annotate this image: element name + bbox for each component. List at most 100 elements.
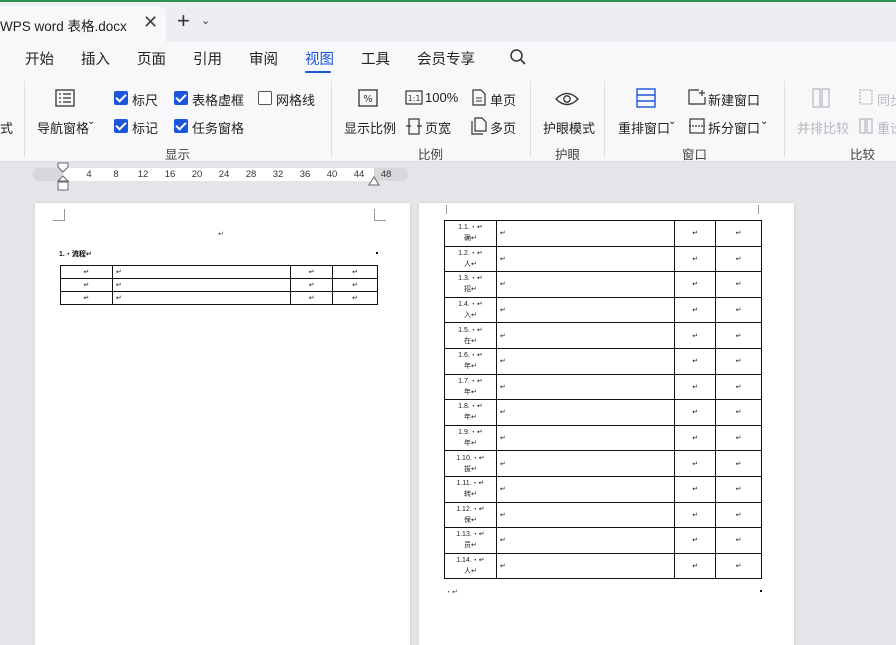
task-pane-label[interactable]: 任务窗格 (192, 118, 244, 137)
table-cell[interactable]: ↵ (715, 347, 762, 375)
marks-label[interactable]: 标记 (132, 118, 158, 137)
table-cell[interactable]: ↵ (715, 552, 762, 580)
table-cell[interactable]: 1.7.・↵ 年↵ (444, 373, 497, 401)
table-cell[interactable]: ↵ (290, 291, 334, 305)
table-cell[interactable]: ↵ (111, 291, 292, 305)
menu-insert[interactable]: 插入 (81, 48, 110, 69)
table-cell[interactable]: ↵ (674, 527, 717, 554)
table-cell[interactable]: ↵ (715, 296, 762, 324)
new-tab-dropdown-icon[interactable]: ⌄ (201, 14, 210, 27)
table-cell[interactable]: ↵ (715, 475, 762, 503)
table-cell[interactable]: ↵ (715, 373, 762, 401)
table-cell[interactable]: ↵ (60, 278, 113, 292)
table-cell[interactable]: ↵ (495, 245, 676, 273)
table-cell[interactable]: ↵ (495, 501, 676, 529)
table-cell[interactable]: ↵ (674, 347, 717, 375)
ruler-label[interactable]: 标尺 (132, 90, 158, 109)
table-cell[interactable]: ↵ (715, 424, 762, 452)
table-cell[interactable]: ↵ (674, 501, 717, 529)
table-cell[interactable]: ↵ (674, 271, 717, 298)
table[interactable]: ↵ ↵ ↵ ↵ ↵ ↵ ↵ ↵ ↵ ↵ ↵ ↵ (60, 265, 378, 305)
table-cell[interactable]: 1.2.・↵ 人↵ (444, 245, 497, 273)
table-cell[interactable]: ↵ (674, 424, 717, 452)
table-cell[interactable]: ↵ (715, 245, 762, 273)
gridlines-label[interactable]: 网格线 (276, 90, 315, 109)
table-cell[interactable]: ↵ (495, 373, 676, 401)
table-cell[interactable]: 1.13.・↵ 员↵ (444, 527, 497, 554)
marks-checkbox[interactable] (114, 119, 128, 133)
table-cell[interactable]: 1.6.・↵ 年↵ (444, 347, 497, 375)
table-cell[interactable]: ↵ (715, 527, 762, 554)
table-cell[interactable]: ↵ (332, 265, 378, 279)
eye-mode-button[interactable]: 护眼模式 (543, 118, 595, 137)
table-cell[interactable]: ↵ (674, 220, 717, 247)
table-cell[interactable]: ↵ (495, 450, 676, 477)
table-cell[interactable]: ↵ (674, 450, 717, 477)
document-tab[interactable]: WPS word 表格.docx ✕ (0, 6, 166, 44)
table-cell[interactable]: ↵ (111, 265, 292, 279)
side-by-side-button[interactable]: 并排比较 (797, 118, 849, 137)
ruler-checkbox[interactable] (114, 91, 128, 105)
table-gridlines-checkbox[interactable] (174, 91, 188, 105)
sync-scroll-button[interactable]: 同步 (877, 90, 896, 109)
menu-member[interactable]: 会员专享 (417, 48, 475, 69)
table-cell[interactable]: ↵ (495, 322, 676, 349)
table-cell[interactable]: ↵ (495, 220, 676, 247)
table-cell[interactable]: ↵ (60, 291, 113, 305)
close-tab-icon[interactable]: ✕ (143, 12, 158, 33)
table-cell[interactable]: ↵ (715, 450, 762, 477)
table-cell[interactable]: ↵ (332, 291, 378, 305)
table-cell[interactable]: 1.8.・↵ 年↵ (444, 399, 497, 426)
table-gridlines-label[interactable]: 表格虚框 (192, 90, 244, 109)
table-cell[interactable]: ↵ (715, 271, 762, 298)
menu-tools[interactable]: 工具 (361, 48, 390, 69)
menu-start[interactable]: 开始 (25, 48, 54, 69)
new-window-button[interactable]: 新建窗口 (708, 90, 760, 109)
table-cell[interactable]: ↵ (715, 501, 762, 529)
table-cell[interactable]: ↵ (495, 347, 676, 375)
table-cell[interactable]: 1.5.・↵ 在↵ (444, 322, 497, 349)
document-page-2[interactable]: 1.1.・↵ 确↵ ↵ ↵ ↵ 1.2.・↵ 人↵ ↵ ↵ ↵ 1.3.・↵ 招↵ ↵ ↵ ↵ 1.4.・↵ 入… (419, 203, 794, 645)
table-cell[interactable]: ↵ (495, 552, 676, 580)
menu-page[interactable]: 页面 (137, 48, 166, 69)
task-pane-checkbox[interactable] (174, 119, 188, 133)
table-cell[interactable]: 1.9.・↵ 年↵ (444, 424, 497, 452)
table-cell[interactable]: ↵ (674, 552, 717, 580)
table-cell[interactable]: ↵ (290, 278, 334, 292)
table-cell[interactable]: ↵ (715, 399, 762, 426)
gridlines-checkbox[interactable] (258, 91, 272, 105)
table-cell[interactable]: ↵ (60, 265, 113, 279)
single-page-button[interactable]: 单页 (490, 90, 516, 109)
multi-page-button[interactable]: 多页 (490, 118, 516, 137)
menu-references[interactable]: 引用 (193, 48, 222, 69)
menu-review[interactable]: 审阅 (249, 48, 278, 69)
partial-left-label[interactable]: 式 (0, 118, 13, 137)
table-cell[interactable]: 1.1.・↵ 确↵ (444, 220, 497, 247)
table-cell[interactable]: ↵ (111, 278, 292, 292)
menu-view[interactable]: 视图 (305, 48, 334, 69)
reset-position-button[interactable]: 重设 (877, 118, 896, 137)
table-cell[interactable]: 1.4.・↵ 入↵ (444, 296, 497, 324)
table-cell[interactable]: ↵ (674, 296, 717, 324)
table-cell[interactable]: ↵ (495, 271, 676, 298)
table-cell[interactable]: ↵ (495, 296, 676, 324)
table-cell[interactable]: 1.14.・↵ 人↵ (444, 552, 497, 580)
table-cell[interactable]: 1.12.・↵ 保↵ (444, 501, 497, 529)
table-cell[interactable]: ↵ (715, 322, 762, 349)
table-cell[interactable]: ↵ (495, 424, 676, 452)
table-cell[interactable]: ↵ (674, 399, 717, 426)
document-page-1[interactable]: ↵ 1.・流程↵ ↵ ↵ ↵ ↵ ↵ ↵ ↵ ↵ ↵ ↵ ↵ ↵ (35, 203, 410, 645)
table-cell[interactable]: ↵ (674, 475, 717, 503)
new-tab-plus-icon[interactable]: + (177, 10, 190, 32)
table-cell[interactable]: ↵ (495, 527, 676, 554)
table-cell[interactable]: ↵ (674, 245, 717, 273)
zoom-ratio-button[interactable]: 显示比例 (344, 118, 396, 137)
table-cell[interactable]: 1.10.・↵ 拔↵ (444, 450, 497, 477)
table-cell[interactable]: ↵ (290, 265, 334, 279)
zoom-100-button[interactable]: 100% (425, 90, 458, 105)
table-cell[interactable]: ↵ (674, 373, 717, 401)
right-indent-marker[interactable] (368, 175, 380, 186)
table-cell[interactable]: ↵ (674, 322, 717, 349)
table-cell[interactable]: ↵ (495, 399, 676, 426)
table[interactable]: 1.1.・↵ 确↵ ↵ ↵ ↵ 1.2.・↵ 人↵ ↵ ↵ ↵ 1.3.・↵ 招↵ ↵ ↵ ↵ 1.4.・↵ 入… (444, 220, 762, 580)
